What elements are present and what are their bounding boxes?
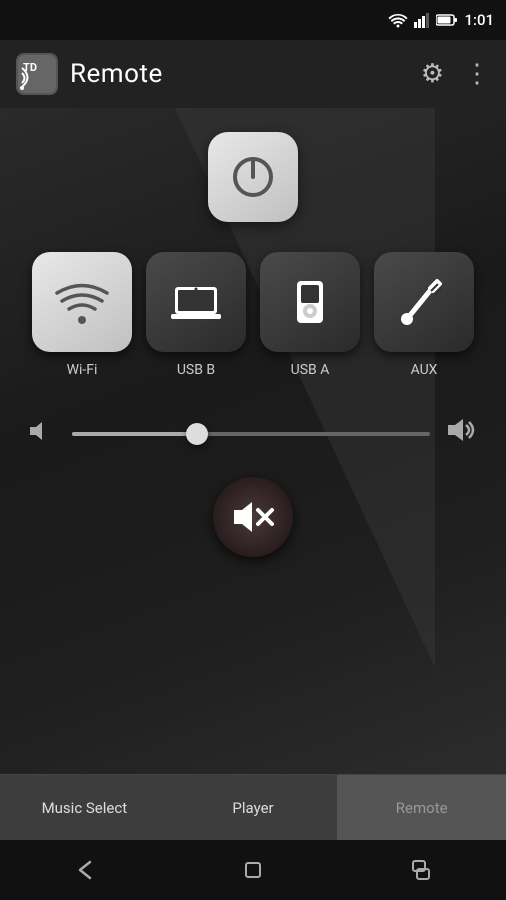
wifi-source-label: Wi-Fi — [67, 362, 98, 378]
power-button[interactable] — [208, 132, 298, 222]
status-icons: 1:01 — [388, 11, 494, 29]
usb-a-source-button[interactable] — [260, 252, 360, 352]
volume-low-icon — [28, 418, 56, 450]
nav-home-button[interactable] — [228, 850, 278, 890]
wifi-status-icon — [388, 12, 408, 28]
app-bar-left: TD Remote — [16, 53, 163, 95]
nav-bar — [0, 840, 506, 900]
volume-slider-thumb[interactable] — [186, 423, 208, 445]
vol-low-icon-svg — [28, 418, 54, 444]
volume-row — [0, 414, 506, 453]
mute-button-wrap — [213, 477, 293, 557]
source-grid: Wi-Fi USB B — [16, 252, 490, 378]
app-title: Remote — [70, 59, 163, 89]
source-item-wifi: Wi-Fi — [32, 252, 132, 378]
home-icon — [239, 856, 267, 884]
status-bar: 1:01 — [0, 0, 506, 40]
tab-player[interactable]: Player — [169, 775, 338, 840]
tab-music-select-label: Music Select — [42, 799, 128, 817]
recent-icon — [408, 856, 436, 884]
source-item-usb-a: USB A — [260, 252, 360, 378]
aux-source-button[interactable] — [374, 252, 474, 352]
app-bar: TD Remote ⚙ ⋮ — [0, 40, 506, 108]
tab-player-label: Player — [232, 799, 273, 817]
usb-b-source-label: USB B — [177, 362, 215, 378]
more-options-icon[interactable]: ⋮ — [464, 59, 490, 89]
volume-high-icon — [446, 414, 478, 453]
source-item-usb-b: USB B — [146, 252, 246, 378]
back-icon — [70, 856, 98, 884]
mute-button[interactable] — [213, 477, 293, 557]
vol-high-icon-svg — [446, 414, 478, 446]
power-icon — [227, 151, 279, 203]
signal-icon — [414, 12, 430, 28]
tab-remote-label: Remote — [396, 799, 448, 817]
wifi-icon — [53, 273, 111, 331]
volume-slider-track[interactable] — [72, 432, 430, 436]
nav-recent-button[interactable] — [397, 850, 447, 890]
source-item-aux: AUX — [374, 252, 474, 378]
status-time: 1:01 — [464, 11, 494, 29]
main-content: Wi-Fi USB B — [0, 108, 506, 774]
app-bar-right: ⚙ ⋮ — [421, 59, 490, 89]
usb-a-source-label: USB A — [291, 362, 330, 378]
power-button-wrap — [208, 132, 298, 222]
bottom-tabs: Music Select Player Remote — [0, 774, 506, 840]
app-logo: TD — [16, 53, 58, 95]
usb-b-source-button[interactable] — [146, 252, 246, 352]
ipod-icon — [281, 273, 339, 331]
tab-remote[interactable]: Remote — [337, 775, 506, 840]
aux-source-label: AUX — [411, 362, 438, 378]
settings-icon[interactable]: ⚙ — [421, 59, 444, 89]
laptop-icon — [167, 273, 225, 331]
aux-icon — [395, 273, 453, 331]
logo-icon: TD — [18, 55, 56, 93]
battery-icon — [436, 13, 458, 27]
wifi-source-button[interactable] — [32, 252, 132, 352]
volume-slider-fill — [72, 432, 197, 436]
mute-icon — [230, 494, 276, 540]
tab-music-select[interactable]: Music Select — [0, 775, 169, 840]
nav-back-button[interactable] — [59, 850, 109, 890]
